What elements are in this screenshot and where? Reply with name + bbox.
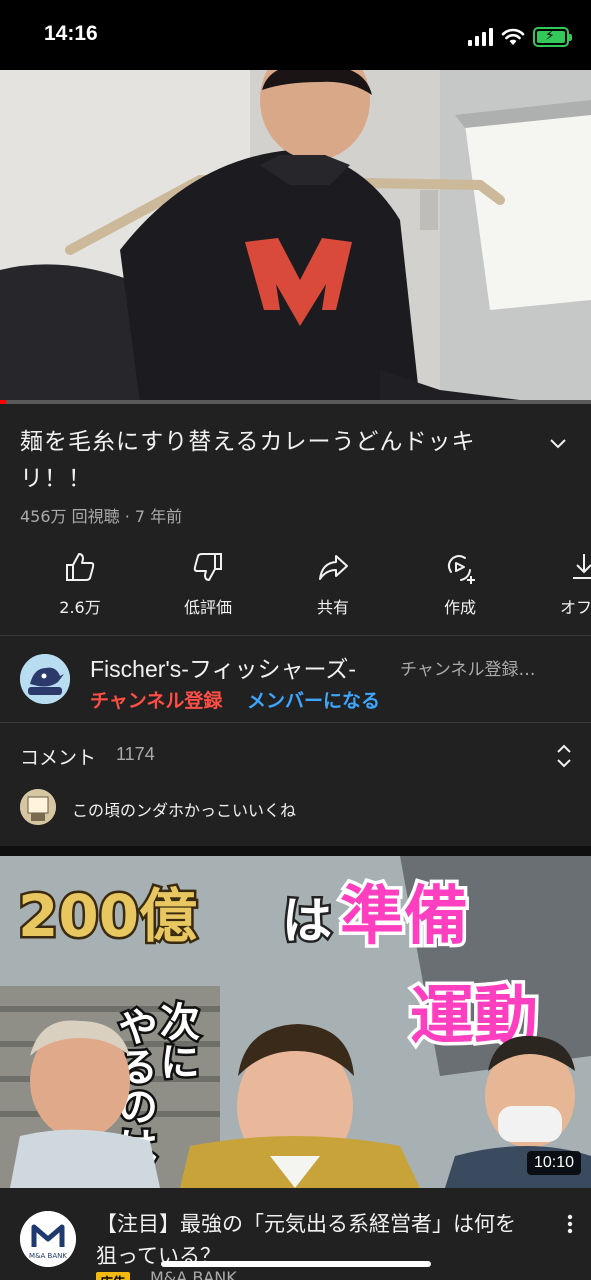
ad-badge: 広告 (96, 1272, 131, 1280)
subscribe-button[interactable]: チャンネル登録 (90, 686, 222, 713)
action-bar: 2.6万 低評価 共有 作成 オフラ (0, 550, 591, 620)
thumb-text-tsugini: 次に (153, 1001, 200, 1081)
like-count: 2.6万 (59, 598, 101, 617)
wifi-icon (501, 28, 525, 45)
recommended-channel-avatar[interactable]: M&A BANK (20, 1211, 76, 1267)
divider (0, 635, 591, 636)
thumb-text-200oku: 200億 (18, 882, 197, 950)
top-comment-text[interactable]: この頃のンダホかっこいいくね (72, 797, 296, 821)
recommended-video-thumbnail[interactable]: 200億 は 準備 運動 次に やるのは… (0, 856, 591, 1188)
thumb-text-ha: は (282, 892, 332, 950)
video-player[interactable] (0, 70, 591, 403)
dislike-button[interactable]: 低評価 (158, 550, 258, 618)
divider (0, 722, 591, 723)
remix-icon (447, 555, 475, 584)
share-button[interactable]: 共有 (283, 550, 383, 618)
video-title[interactable]: 麺を毛糸にすり替えるカレーうどんドッキリ！！ (20, 424, 530, 498)
channel-avatar[interactable] (20, 654, 70, 704)
recommended-channel-name[interactable]: M&A BANK (150, 1268, 237, 1280)
rec-avatar-text: M&A BANK (29, 1252, 67, 1260)
comments-header[interactable]: コメント (20, 743, 96, 770)
download-button[interactable]: オフラ (534, 550, 591, 618)
more-vert-icon[interactable] (560, 1212, 580, 1236)
share-icon (319, 555, 348, 580)
battery-icon: ⚡ (533, 27, 572, 47)
download-icon (573, 554, 591, 579)
share-label: 共有 (316, 598, 349, 617)
create-label: 作成 (443, 598, 476, 617)
comments-count: 1174 (116, 744, 155, 764)
video-frame-image (0, 70, 591, 403)
home-indicator[interactable] (161, 1261, 431, 1267)
dislike-label: 低評価 (183, 598, 232, 617)
cellular-signal-icon (468, 28, 493, 46)
like-button[interactable]: 2.6万 (30, 550, 130, 618)
thumbs-down-icon (193, 553, 222, 581)
join-membership-button[interactable]: メンバーになる (247, 686, 380, 713)
video-duration-badge: 10:10 (526, 1151, 581, 1175)
channel-subscriber-count: チャンネル登録… (400, 660, 536, 680)
thumbnail-image: 200億 は 準備 運動 次に やるのは… (0, 856, 591, 1188)
commenter-avatar[interactable] (20, 789, 56, 825)
download-label: オフラ (559, 598, 591, 617)
expand-collapse-icon[interactable] (553, 742, 575, 770)
chevron-down-icon[interactable] (546, 432, 570, 456)
create-button[interactable]: 作成 (410, 550, 510, 618)
status-bar: 14:16 ⚡ (0, 0, 591, 70)
status-time: 14:16 (44, 22, 98, 45)
playback-progress-bar[interactable] (0, 400, 591, 404)
status-icons: ⚡ (468, 26, 572, 48)
section-separator (0, 846, 591, 856)
thumbs-up-icon (66, 553, 95, 581)
thumb-text-junbi: 準備 (340, 880, 468, 954)
video-meta: 456万 回視聴 · 7 年前 (20, 507, 183, 526)
channel-name[interactable]: Fischer's-フィッシャーズ- (90, 650, 356, 684)
